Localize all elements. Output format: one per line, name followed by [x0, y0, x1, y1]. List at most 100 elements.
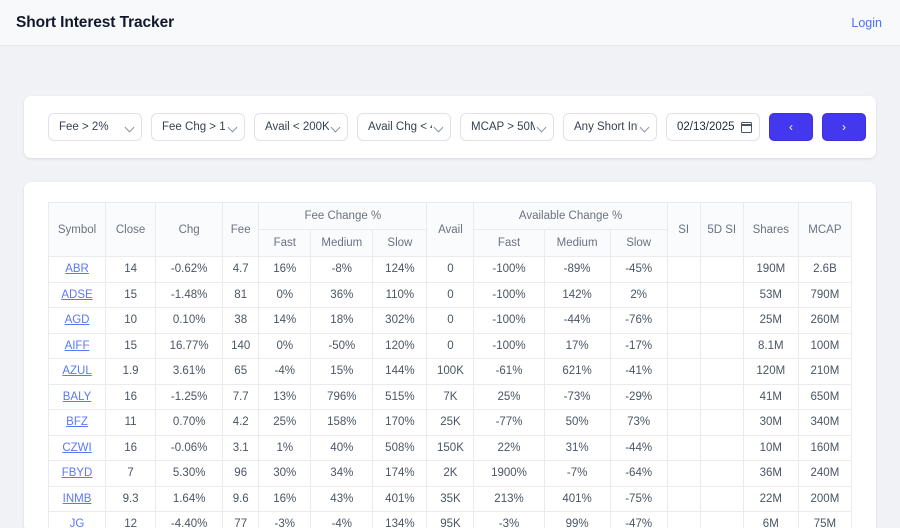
next-day-button[interactable]: › — [822, 113, 866, 141]
filter-select-fee[interactable]: Fee > 2% — [48, 113, 142, 141]
column-header-fee-slow[interactable]: Slow — [372, 229, 428, 257]
table-row: BFZ 11 0.70% 4.2 25% 158% 170% 25K -77% 50% 73% 30M… — [47, 409, 853, 436]
cell-fee-medium: 34% — [310, 460, 374, 487]
cell-si-5d — [699, 409, 744, 436]
cell-fee: 65 — [222, 358, 260, 385]
cell-si-5d — [699, 383, 744, 410]
column-header-avail-slow[interactable]: Slow — [609, 229, 668, 257]
cell-mcap: 100M — [797, 332, 853, 359]
symbol-link[interactable]: AGD — [65, 314, 90, 326]
cell-fee-medium: 40% — [310, 434, 374, 461]
cell-avail-fast: -100% — [473, 281, 545, 308]
column-header-mcap[interactable]: MCAP — [797, 202, 853, 257]
symbol-link[interactable]: FBYD — [62, 467, 93, 479]
table-row: ABR 14 -0.62% 4.7 16% -8% 124% 0 -100% -89% -45% 19… — [47, 256, 853, 283]
cell-shares: 10M — [742, 434, 799, 461]
cell-avail-slow: -17% — [609, 332, 668, 359]
filter-select-avail[interactable]: Avail < 200K — [254, 113, 348, 141]
symbol-link[interactable]: INMB — [63, 493, 92, 505]
cell-avail-medium: 31% — [543, 434, 611, 461]
cell-avail-fast: -100% — [473, 307, 545, 334]
column-header-avail-fast[interactable]: Fast — [473, 229, 545, 257]
previous-day-button[interactable]: ‹ — [769, 113, 813, 141]
cell-si-5d — [699, 434, 744, 461]
cell-si — [666, 383, 701, 410]
symbol-link[interactable]: ADSE — [61, 289, 92, 301]
cell-avail-slow: -76% — [609, 307, 668, 334]
cell-si-5d — [699, 460, 744, 487]
calendar-icon — [740, 121, 753, 133]
cell-shares: 41M — [742, 383, 799, 410]
cell-avail: 0 — [426, 332, 475, 359]
filter-select-avail-label: Avail < 200K — [265, 121, 329, 133]
cell-avail: 25K — [426, 409, 475, 436]
cell-avail: 95K — [426, 511, 475, 528]
symbol-link[interactable]: ABR — [65, 263, 89, 275]
column-group-header-available-change: Available Change % — [473, 202, 668, 230]
cell-fee: 4.2 — [222, 409, 260, 436]
cell-symbol: AIFF — [47, 332, 107, 359]
filter-select-mcap[interactable]: MCAP > 50M — [460, 113, 554, 141]
cell-avail: 7K — [426, 383, 475, 410]
cell-chg: 16.77% — [155, 332, 224, 359]
cell-fee: 4.7 — [222, 256, 260, 283]
column-header-fee-fast[interactable]: Fast — [258, 229, 312, 257]
cell-close: 11 — [105, 409, 157, 436]
column-header-fee[interactable]: Fee — [222, 202, 260, 257]
filter-select-avail-change[interactable]: Avail Chg < 4 — [357, 113, 451, 141]
column-header-symbol[interactable]: Symbol — [47, 202, 107, 257]
symbol-link[interactable]: JG — [70, 518, 85, 528]
chevron-down-icon — [126, 123, 135, 132]
login-link[interactable]: Login — [851, 16, 882, 30]
cell-symbol: INMB — [47, 485, 107, 512]
cell-chg: -0.06% — [155, 434, 224, 461]
symbol-link[interactable]: BFZ — [66, 416, 88, 428]
cell-fee: 9.6 — [222, 485, 260, 512]
column-header-chg[interactable]: Chg — [155, 202, 224, 257]
symbol-link[interactable]: AIFF — [65, 340, 90, 352]
filter-select-avail-change-label: Avail Chg < 4 — [368, 121, 432, 133]
symbol-link[interactable]: CZWI — [62, 442, 91, 454]
cell-shares: 30M — [742, 409, 799, 436]
cell-chg: 1.64% — [155, 485, 224, 512]
date-input[interactable]: 02/13/2025 — [666, 113, 760, 141]
cell-shares: 36M — [742, 460, 799, 487]
cell-close: 16 — [105, 434, 157, 461]
table-row: FBYD 7 5.30% 96 30% 34% 174% 2K 1900% -7% -64% 36M 2… — [47, 460, 853, 487]
cell-avail-medium: -89% — [543, 256, 611, 283]
cell-avail-slow: -75% — [609, 485, 668, 512]
cell-symbol: CZWI — [47, 434, 107, 461]
date-input-value: 02/13/2025 — [677, 121, 735, 133]
cell-si-5d — [699, 256, 744, 283]
cell-si — [666, 434, 701, 461]
cell-fee-slow: 110% — [372, 281, 428, 308]
column-header-si[interactable]: SI — [666, 202, 701, 257]
column-header-close[interactable]: Close — [105, 202, 157, 257]
cell-mcap: 340M — [797, 409, 853, 436]
cell-si-5d — [699, 485, 744, 512]
cell-avail: 100K — [426, 358, 475, 385]
cell-mcap: 160M — [797, 434, 853, 461]
symbol-link[interactable]: BALY — [63, 391, 92, 403]
filter-select-short-interest[interactable]: Any Short Int — [563, 113, 657, 141]
column-header-avail-medium[interactable]: Medium — [543, 229, 611, 257]
cell-symbol: BFZ — [47, 409, 107, 436]
cell-si — [666, 332, 701, 359]
page-title: Short Interest Tracker — [16, 13, 175, 31]
column-header-si-5d[interactable]: 5D SI — [699, 202, 744, 257]
filter-bar: Fee > 2% Fee Chg > 10 Avail < 200K Avail… — [24, 96, 876, 158]
filter-select-mcap-label: MCAP > 50M — [471, 121, 535, 133]
column-header-shares[interactable]: Shares — [742, 202, 799, 257]
cell-chg: 3.61% — [155, 358, 224, 385]
column-header-fee-medium[interactable]: Medium — [310, 229, 374, 257]
symbol-link[interactable]: AZUL — [62, 365, 91, 377]
cell-fee-slow: 401% — [372, 485, 428, 512]
cell-avail-medium: 142% — [543, 281, 611, 308]
cell-fee-medium: 36% — [310, 281, 374, 308]
filter-select-fee-change[interactable]: Fee Chg > 10 — [151, 113, 245, 141]
cell-mcap: 240M — [797, 460, 853, 487]
cell-fee-medium: 43% — [310, 485, 374, 512]
cell-avail-fast: -100% — [473, 256, 545, 283]
column-header-avail[interactable]: Avail — [426, 202, 475, 257]
cell-symbol: AGD — [47, 307, 107, 334]
